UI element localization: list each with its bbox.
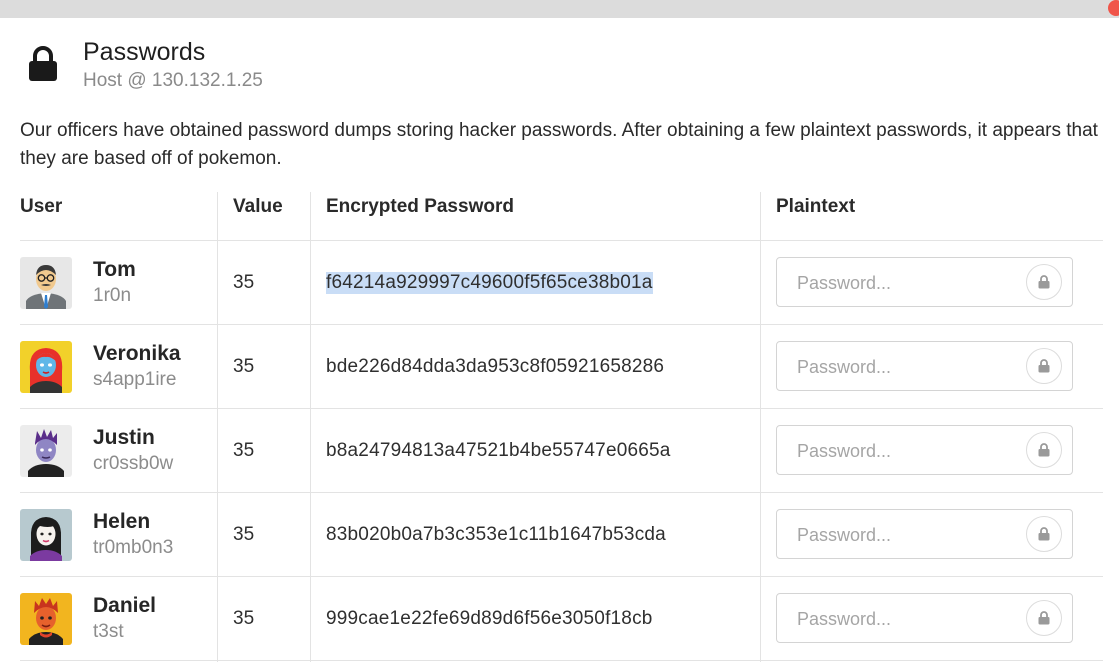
user-handle: cr0ssb0w — [93, 453, 174, 474]
plaintext-password-input[interactable] — [777, 510, 1039, 560]
lock-icon — [1038, 275, 1050, 289]
plaintext-password-field — [776, 509, 1073, 560]
passwords-table: User Value Encrypted Password Plaintext … — [20, 192, 1103, 662]
submit-lock-button[interactable] — [1026, 516, 1062, 552]
submit-lock-button[interactable] — [1026, 600, 1062, 636]
table-row: Tom 1r0n 35 f64214a929997c49600f5f65ce38… — [20, 241, 1103, 325]
red-haired-woman-avatar — [20, 341, 72, 393]
window-close-button[interactable] — [1108, 0, 1119, 16]
plaintext-password-input[interactable] — [777, 426, 1039, 476]
plaintext-password-input[interactable] — [777, 342, 1039, 392]
encrypted-password-cell[interactable]: bde226d84dda3da953c8f05921658286 — [326, 356, 664, 378]
user-handle: t3st — [93, 621, 124, 642]
user-handle: tr0mb0n3 — [93, 537, 174, 558]
plaintext-password-field — [776, 341, 1073, 392]
user-name: Helen — [93, 510, 151, 533]
host-address: Host @ 130.132.1.25 — [83, 70, 263, 91]
lock-icon — [1038, 359, 1050, 373]
lock-icon — [1038, 611, 1050, 625]
purple-haired-man-avatar — [20, 425, 72, 477]
user-name: Daniel — [93, 594, 157, 617]
user-handle: 1r0n — [93, 285, 132, 306]
user-handle: s4app1ire — [93, 369, 177, 390]
column-header-encrypted-password: Encrypted Password — [326, 196, 514, 217]
orange-haired-man-avatar — [20, 593, 72, 645]
table-header: User Value Encrypted Password Plaintext — [20, 192, 1103, 241]
user-name: Veronika — [93, 342, 181, 365]
dark-haired-woman-avatar — [20, 509, 72, 561]
lock-icon — [1038, 443, 1050, 457]
lock-icon — [29, 46, 57, 81]
value-cell: 35 — [233, 524, 255, 545]
column-header-value: Value — [233, 196, 283, 217]
page-title: Passwords — [83, 38, 206, 66]
value-cell: 35 — [233, 272, 255, 293]
plaintext-password-field — [776, 257, 1073, 308]
table-row: Daniel t3st 35 999cae1e22fe69d89d6f56e30… — [20, 577, 1103, 661]
value-cell: 35 — [233, 356, 255, 377]
submit-lock-button[interactable] — [1026, 432, 1062, 468]
table-row: Justin cr0ssb0w 35 b8a24794813a47521b4be… — [20, 409, 1103, 493]
window-titlebar — [0, 0, 1119, 18]
man-with-glasses-and-tie-avatar — [20, 257, 72, 309]
lock-icon — [1038, 527, 1050, 541]
plaintext-password-input[interactable] — [777, 594, 1039, 644]
user-name: Justin — [93, 426, 155, 449]
plaintext-password-input[interactable] — [777, 258, 1039, 308]
description-text: Our officers have obtained password dump… — [20, 120, 1098, 169]
table-row: Helen tr0mb0n3 35 83b020b0a7b3c353e1c11b… — [20, 493, 1103, 577]
value-cell: 35 — [233, 440, 255, 461]
table-row: Veronika s4app1ire 35 bde226d84dda3da953… — [20, 325, 1103, 409]
user-name: Tom — [93, 258, 136, 281]
encrypted-password-cell[interactable]: f64214a929997c49600f5f65ce38b01a — [326, 272, 653, 294]
submit-lock-button[interactable] — [1026, 264, 1062, 300]
column-header-user: User — [20, 196, 63, 217]
column-header-plaintext: Plaintext — [776, 196, 856, 217]
encrypted-password-cell[interactable]: 83b020b0a7b3c353e1c11b1647b53cda — [326, 524, 666, 546]
plaintext-password-field — [776, 593, 1073, 644]
value-cell: 35 — [233, 608, 255, 629]
plaintext-password-field — [776, 425, 1073, 476]
encrypted-password-cell[interactable]: 999cae1e22fe69d89d6f56e3050f18cb — [326, 608, 653, 630]
submit-lock-button[interactable] — [1026, 348, 1062, 384]
encrypted-password-cell[interactable]: b8a24794813a47521b4be55747e0665a — [326, 440, 671, 462]
